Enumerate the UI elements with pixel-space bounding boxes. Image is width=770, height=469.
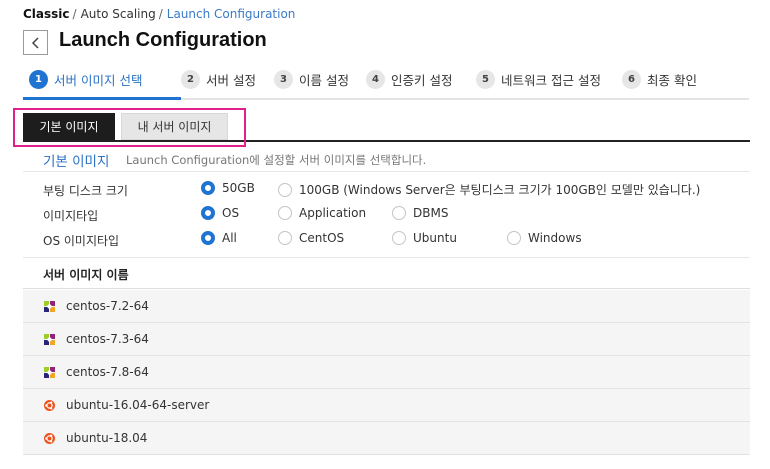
- centos-icon: [44, 366, 55, 378]
- radio-os-ubuntu[interactable]: Ubuntu: [392, 231, 457, 245]
- radio-type-os[interactable]: OS: [201, 206, 239, 220]
- ubuntu-icon: [44, 399, 55, 411]
- step-label: 네트워크 접근 설정: [501, 73, 601, 88]
- radio-label: DBMS: [413, 206, 449, 220]
- step-number: 5: [476, 70, 495, 89]
- radio-indicator: [392, 231, 406, 245]
- image-row[interactable]: centos-7.8-64: [23, 356, 750, 389]
- tab-my-server-image[interactable]: 내 서버 이미지: [121, 113, 228, 140]
- centos-icon: [44, 333, 55, 345]
- step-number: 1: [29, 70, 48, 89]
- image-list-header: 서버 이미지 이름: [23, 257, 750, 289]
- radio-indicator: [201, 181, 215, 195]
- image-list-header-label: 서버 이미지 이름: [43, 268, 129, 282]
- radio-label: 100GB (Windows Server은 부팅디스크 크기가 100GB인 …: [299, 183, 701, 197]
- step-auth-key[interactable]: 4 인증키 설정: [366, 70, 452, 89]
- breadcrumb-auto-scaling[interactable]: Auto Scaling: [81, 7, 156, 21]
- ubuntu-icon: [44, 432, 55, 444]
- radio-disk-100gb[interactable]: 100GB (Windows Server은 부팅디스크 크기가 100GB인 …: [278, 181, 700, 198]
- image-row[interactable]: centos-7.2-64: [23, 290, 750, 323]
- radio-indicator: [392, 206, 406, 220]
- radio-indicator: [278, 206, 292, 220]
- tab-divider: [23, 140, 750, 142]
- step-label: 서버 설정: [206, 73, 256, 88]
- breadcrumb-current: Launch Configuration: [166, 7, 296, 21]
- radio-label: CentOS: [299, 231, 345, 245]
- back-button[interactable]: [23, 30, 48, 55]
- os-image-type-label: OS 이미지타입: [43, 234, 120, 248]
- breadcrumb-separator: /: [158, 7, 163, 21]
- image-type-label: 이미지타입: [43, 209, 99, 223]
- breadcrumb-root[interactable]: Classic: [23, 7, 70, 21]
- step-network-access[interactable]: 5 네트워크 접근 설정: [476, 70, 601, 89]
- radio-indicator: [201, 231, 215, 245]
- step-number: 2: [181, 70, 200, 89]
- radio-label: Ubuntu: [413, 231, 457, 245]
- step-label: 인증키 설정: [391, 73, 453, 88]
- image-name: centos-7.3-64: [66, 332, 149, 346]
- radio-type-application[interactable]: Application: [278, 206, 366, 220]
- step-server-image[interactable]: 1 서버 이미지 선택: [29, 70, 142, 89]
- centos-icon: [44, 300, 55, 312]
- chevron-left-icon: [31, 36, 39, 49]
- image-row[interactable]: ubuntu-16.04-64-server: [23, 389, 750, 422]
- breadcrumb: Classic / Auto Scaling / Launch Configuratio…: [23, 7, 295, 21]
- section-title: 기본 이미지: [43, 154, 110, 170]
- image-name: ubuntu-16.04-64-server: [66, 398, 210, 412]
- image-name: centos-7.2-64: [66, 299, 149, 313]
- radio-type-dbms[interactable]: DBMS: [392, 206, 448, 220]
- radio-indicator: [507, 231, 521, 245]
- radio-label: Application: [299, 206, 367, 220]
- boot-disk-size-label: 부팅 디스크 크기: [43, 184, 128, 198]
- section-description: Launch Configuration에 설정할 서버 이미지를 선택합니다.: [126, 153, 427, 167]
- radio-indicator: [201, 206, 215, 220]
- step-final-review[interactable]: 6 최종 확인: [622, 70, 697, 89]
- radio-indicator: [278, 231, 292, 245]
- radio-os-windows[interactable]: Windows: [507, 231, 582, 245]
- active-step-indicator: [23, 97, 181, 100]
- step-label: 서버 이미지 선택: [54, 73, 143, 88]
- image-name: ubuntu-18.04: [66, 431, 148, 445]
- page-title: Launch Configuration: [59, 29, 267, 51]
- radio-os-all[interactable]: All: [201, 231, 237, 245]
- step-label: 이름 설정: [299, 73, 349, 88]
- radio-indicator: [278, 182, 292, 197]
- radio-label: OS: [222, 206, 240, 220]
- radio-disk-50gb[interactable]: 50GB: [201, 181, 255, 195]
- radio-os-centos[interactable]: CentOS: [278, 231, 344, 245]
- breadcrumb-separator: /: [72, 7, 77, 21]
- tab-default-image[interactable]: 기본 이미지: [23, 113, 115, 140]
- step-number: 4: [366, 70, 385, 89]
- radio-label: Windows: [528, 231, 582, 245]
- step-number: 3: [274, 70, 293, 89]
- radio-label: 50GB: [222, 181, 255, 195]
- radio-label: All: [222, 231, 237, 245]
- divider: [23, 171, 750, 172]
- step-server-settings[interactable]: 2 서버 설정: [181, 70, 256, 89]
- step-number: 6: [622, 70, 641, 89]
- image-row[interactable]: ubuntu-18.04: [23, 422, 750, 455]
- image-name: centos-7.8-64: [66, 365, 149, 379]
- step-label: 최종 확인: [647, 73, 697, 88]
- step-name-settings[interactable]: 3 이름 설정: [274, 70, 349, 89]
- wizard-steps: 1 서버 이미지 선택 2 서버 설정 3 이름 설정 4 인증키 설정 5 네…: [23, 64, 749, 100]
- image-row[interactable]: centos-7.3-64: [23, 323, 750, 356]
